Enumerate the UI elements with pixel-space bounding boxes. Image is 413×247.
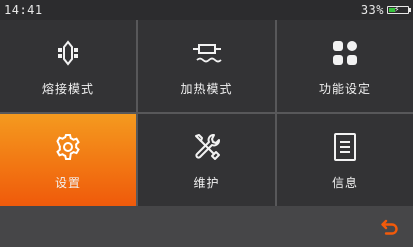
battery-percent: 33% [360, 3, 384, 17]
wrench-screwdriver-icon [192, 132, 222, 162]
tile-label: 功能设定 [318, 82, 371, 96]
tile-label: 维护 [193, 176, 220, 190]
tile-label: 熔接模式 [41, 82, 94, 96]
tile-splice-mode[interactable]: 熔接模式 [0, 20, 136, 112]
tile-label: 信息 [331, 176, 358, 190]
tile-maintenance[interactable]: 维护 [138, 114, 275, 206]
function-grid-icon [330, 38, 360, 68]
document-icon [330, 132, 360, 162]
tile-function-settings[interactable]: 功能设定 [277, 20, 413, 112]
clock: 14:41 [4, 3, 43, 17]
tile-heater-mode[interactable]: 加热模式 [138, 20, 275, 112]
back-arrow-icon [381, 219, 398, 235]
battery-status: 33% ⚡ [360, 0, 411, 20]
main-menu-screen: 14:41 33% ⚡ 熔接模式 加热模式 功能设定 设置 维护 信息 [0, 0, 413, 247]
back-button[interactable] [379, 216, 401, 238]
bottom-bar [0, 206, 413, 247]
status-bar: 14:41 33% ⚡ [0, 0, 413, 20]
gear-icon [53, 132, 83, 162]
splice-mode-icon [53, 38, 83, 68]
battery-icon: ⚡ [387, 5, 411, 15]
charging-bolt-icon: ⚡ [394, 5, 400, 15]
heater-icon [192, 38, 222, 68]
menu-grid: 熔接模式 加热模式 功能设定 设置 维护 信息 [0, 20, 413, 206]
tile-label: 加热模式 [180, 82, 233, 96]
tile-label: 设置 [54, 176, 81, 190]
tile-settings[interactable]: 设置 [0, 114, 136, 206]
tile-information[interactable]: 信息 [277, 114, 413, 206]
